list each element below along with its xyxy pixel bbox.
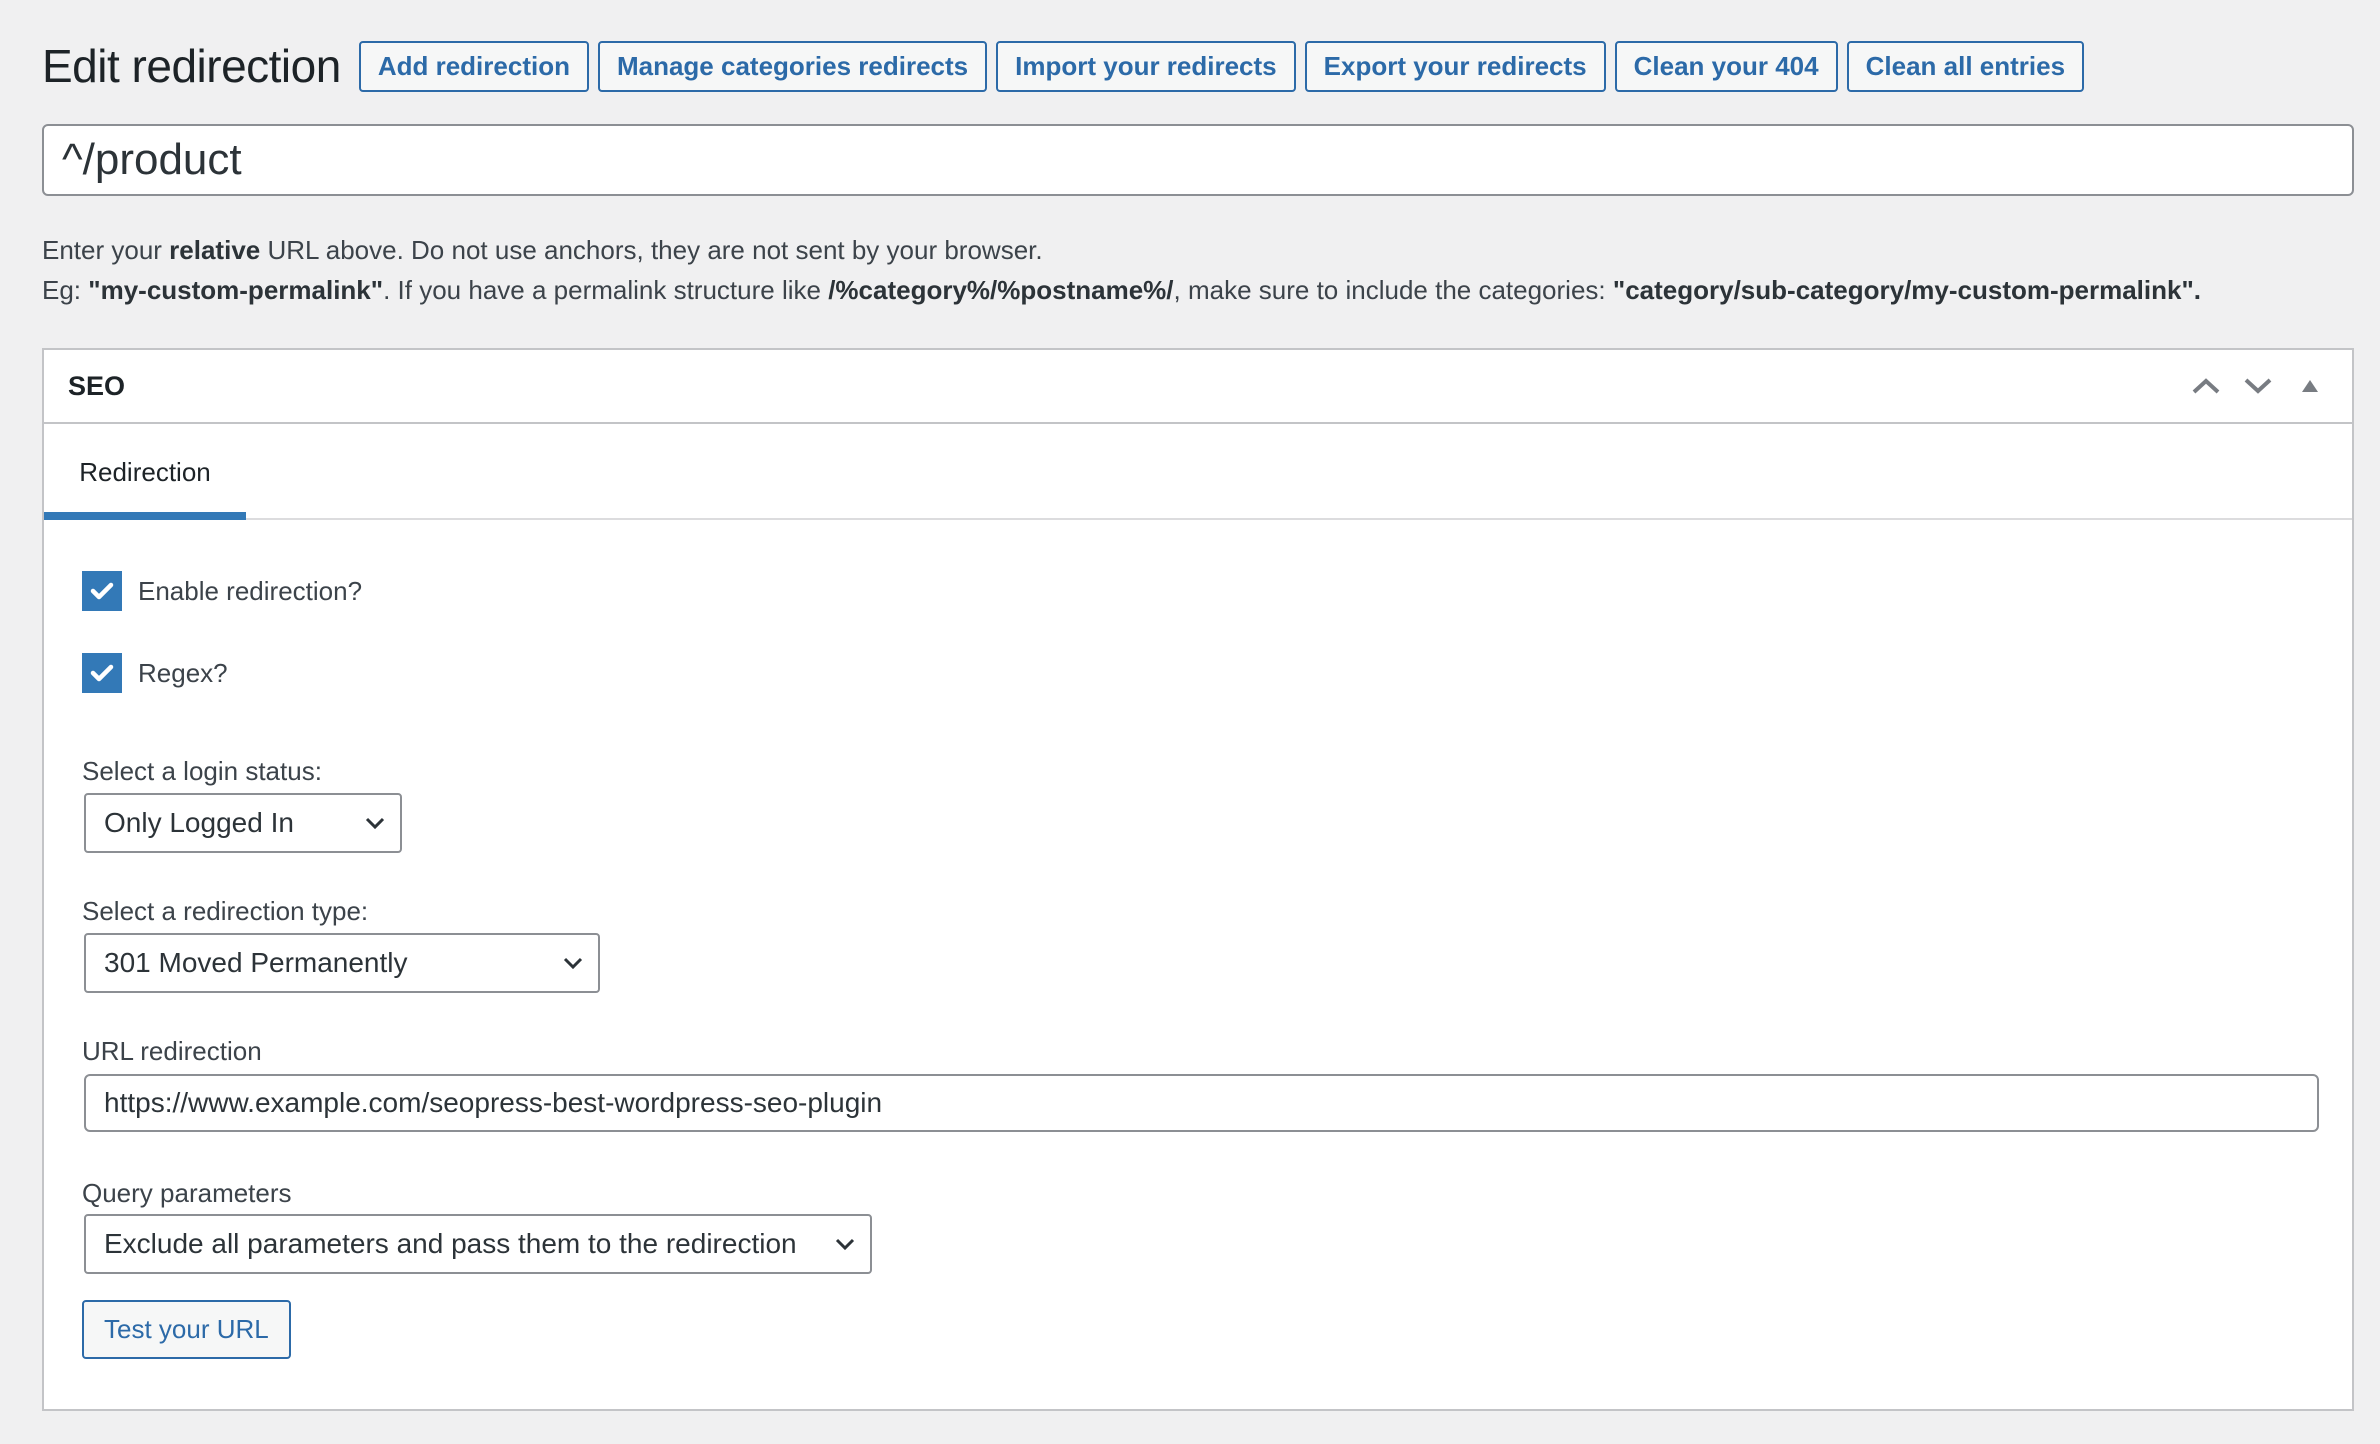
seo-metabox: SEO Redirection Enable redirection? Rege… xyxy=(42,348,2354,1411)
chevron-down-icon xyxy=(2244,378,2272,394)
chevron-down-icon xyxy=(563,957,583,970)
query-parameters-label: Query parameters xyxy=(82,1178,292,1208)
login-status-value: Only Logged In xyxy=(104,807,294,838)
checkmark-icon xyxy=(90,582,114,600)
chevron-down-icon xyxy=(365,817,385,830)
add-redirection-button[interactable]: Add redirection xyxy=(358,40,589,92)
clean-404-button[interactable]: Clean your 404 xyxy=(1614,40,1838,92)
redirection-type-select[interactable]: 301 Moved Permanently xyxy=(84,933,600,993)
page-title: Edit redirection xyxy=(42,40,341,92)
login-status-select[interactable]: Only Logged In xyxy=(84,793,402,853)
enable-redirection-label: Enable redirection? xyxy=(138,575,363,606)
help-line-1: Enter your relative URL above. Do not us… xyxy=(42,235,1043,265)
checkbox-checked[interactable] xyxy=(82,571,122,611)
redirection-type-label: Select a redirection type: xyxy=(82,896,369,926)
page-header: Edit redirection Add redirection Manage … xyxy=(42,40,2093,92)
metabox-controls xyxy=(2180,350,2336,422)
manage-categories-redirects-button[interactable]: Manage categories redirects xyxy=(597,40,988,92)
chevron-down-icon xyxy=(835,1238,855,1251)
query-parameters-value: Exclude all parameters and pass them to … xyxy=(104,1228,797,1259)
login-status-label: Select a login status: xyxy=(82,756,322,786)
triangle-up-icon xyxy=(2302,380,2318,392)
chevron-up-icon xyxy=(2192,378,2220,394)
tab-redirection[interactable]: Redirection xyxy=(44,424,246,520)
redirection-type-value: 301 Moved Permanently xyxy=(104,947,408,978)
metabox-header: SEO xyxy=(44,350,2352,424)
metabox-title: SEO xyxy=(68,370,126,401)
checkmark-icon xyxy=(90,664,114,682)
query-parameters-select[interactable]: Exclude all parameters and pass them to … xyxy=(84,1214,872,1274)
regex-label: Regex? xyxy=(138,657,228,688)
toggle-panel-button[interactable] xyxy=(2284,360,2336,412)
enable-redirection-checkbox[interactable]: Enable redirection? xyxy=(82,571,362,611)
checkbox-checked[interactable] xyxy=(82,653,122,693)
tab-bar: Redirection xyxy=(44,424,2352,520)
move-down-button[interactable] xyxy=(2232,360,2284,412)
export-redirects-button[interactable]: Export your redirects xyxy=(1304,40,1606,92)
help-line-2: Eg: "my-custom-permalink". If you have a… xyxy=(42,275,2202,305)
clean-all-entries-button[interactable]: Clean all entries xyxy=(1846,40,2085,92)
import-redirects-button[interactable]: Import your redirects xyxy=(996,40,1296,92)
move-up-button[interactable] xyxy=(2180,360,2232,412)
test-url-button[interactable]: Test your URL xyxy=(82,1300,291,1359)
help-text: Enter your relative URL above. Do not us… xyxy=(42,230,2201,310)
url-redirection-input[interactable] xyxy=(84,1074,2319,1132)
regex-checkbox[interactable]: Regex? xyxy=(82,653,228,693)
source-url-input[interactable] xyxy=(42,124,2354,196)
url-redirection-label: URL redirection xyxy=(82,1036,262,1066)
